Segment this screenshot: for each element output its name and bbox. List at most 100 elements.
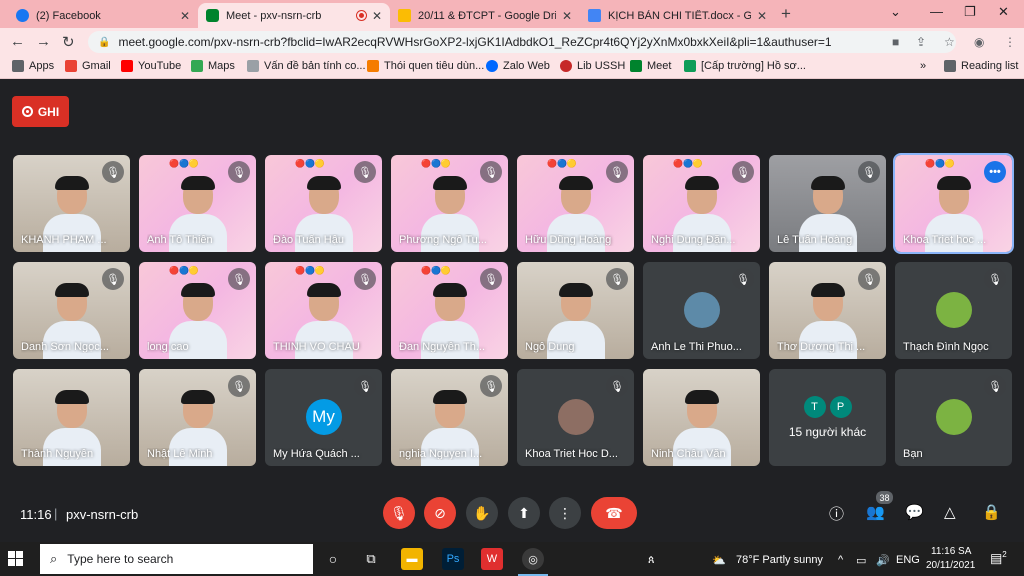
chat-icon[interactable]: 💬 [905, 503, 924, 521]
present-screen-button[interactable]: ⬆ [508, 497, 540, 529]
participant-tile[interactable]: T P 15 người khác [769, 369, 886, 466]
chrome-icon[interactable]: ◎ [522, 548, 544, 570]
close-icon[interactable]: ✕ [180, 9, 190, 23]
bookmark-cap-truong[interactable]: [Cấp trường] Hồ sơ... [684, 60, 806, 72]
participant-tile[interactable]: Thơ Dương Thị ... 🎙 [769, 262, 886, 359]
participant-tile[interactable]: 🔴🔵🟡 Hữu Dũng Hoàng 🎙 [517, 155, 634, 252]
participant-tile[interactable]: Ninh Châu Văn [643, 369, 760, 466]
bookmark-apps[interactable]: Apps [12, 60, 54, 72]
bookmark-meet[interactable]: Meet [630, 60, 671, 72]
participant-tile[interactable]: 🔴🔵🟡 Khoa Triet hoc ... ••• [893, 153, 1014, 254]
minimize-button[interactable]: — [930, 4, 943, 19]
notification-center-icon[interactable]: ▤2 [990, 550, 1007, 566]
participant-tile[interactable]: Lê Tuấn Hoàng 🎙 [769, 155, 886, 252]
background-logos-icon: 🔴🔵🟡 [421, 266, 451, 275]
cortana-icon[interactable]: ○ [322, 548, 344, 570]
recording-button[interactable]: GHI [12, 96, 69, 127]
weather-text[interactable]: 78°F Partly sunny [736, 554, 823, 566]
zalo-icon [486, 60, 498, 72]
people-icon[interactable]: 👥 [866, 503, 885, 521]
input-language[interactable]: ENG [896, 554, 920, 566]
participant-tile[interactable]: 🔴🔵🟡 long cao 🎙 [139, 262, 256, 359]
participant-tile[interactable]: Thạch Đình Ngọc 🎙 [895, 262, 1012, 359]
raise-hand-button[interactable]: ✋ [466, 497, 498, 529]
bookmark-youtube[interactable]: YouTube [121, 60, 181, 72]
close-icon[interactable]: ✕ [562, 9, 572, 23]
back-button[interactable]: ← [10, 33, 25, 50]
tab-docs[interactable]: KỊCH BẢN CHI TIẾT.docx - Googl ✕ [580, 3, 775, 28]
participant-tile[interactable]: 🔴🔵🟡 Đào Tuấn Hậu 🎙 [265, 155, 382, 252]
participant-tile[interactable]: Anh Le Thi Phuo... 🎙 [643, 262, 760, 359]
browser-tab-bar: (2) Facebook ✕ Meet - pxv-nsrn-crb ✕ 20/… [0, 0, 1024, 28]
bookmark-thoi-quen[interactable]: Thói quen tiêu dùn... [367, 60, 484, 72]
participant-tile[interactable]: My My Hứa Quách ... 🎙 [265, 369, 382, 466]
participant-tile[interactable]: Bạn 🎙 [895, 369, 1012, 466]
bookmark-zalo[interactable]: Zalo Web [486, 60, 550, 72]
participant-tile[interactable]: 🔴🔵🟡 THINH VO CHAU 🎙 [265, 262, 382, 359]
tab-google-drive[interactable]: 20/11 & ĐTCPT - Google Drive ✕ [390, 3, 580, 28]
address-bar[interactable]: 🔒 meet.google.com/pxv-nsrn-crb?fbclid=Iw… [88, 31, 956, 53]
meeting-details-icon[interactable]: ⓘ [829, 503, 844, 524]
file-explorer-icon[interactable]: ▬ [401, 548, 423, 570]
leave-call-button[interactable]: ☎ [591, 497, 637, 529]
host-controls-icon[interactable]: 🔒 [982, 503, 1001, 521]
profile-avatar[interactable]: ◉ [974, 35, 984, 49]
participant-tile[interactable]: 🔴🔵🟡 Phương Ngô Tu... 🎙 [391, 155, 508, 252]
lock-icon[interactable]: 🔒 [98, 37, 110, 48]
participant-tile[interactable]: Nhật Lê Minh 🎙 [139, 369, 256, 466]
clock-date[interactable]: 20/11/2021 [926, 560, 975, 571]
clock-time[interactable]: 11:16 SA [931, 546, 971, 557]
reload-button[interactable]: ↻ [62, 33, 75, 51]
tab-search-icon[interactable]: ⌄ [890, 4, 901, 20]
show-hidden-icons-icon[interactable]: ^ [838, 554, 843, 566]
participant-tile[interactable]: Danh Sơn Ngọc... 🎙 [13, 262, 130, 359]
bookmark-star-icon[interactable]: ☆ [944, 35, 955, 49]
camera-icon[interactable]: ■ [892, 35, 899, 49]
close-icon[interactable]: ✕ [757, 9, 767, 23]
bookmark-label: YouTube [138, 60, 182, 72]
more-options-button[interactable]: ⋮ [549, 497, 581, 529]
camera-toggle-button[interactable]: ⊘ [424, 497, 456, 529]
more-bookmarks-button[interactable]: » [920, 60, 926, 72]
tab-meet[interactable]: Meet - pxv-nsrn-crb ✕ [198, 3, 390, 28]
avatar: P [829, 396, 852, 418]
participant-tile[interactable]: 🔴🔵🟡 Đan Nguyễn Th... 🎙 [391, 262, 508, 359]
photoshop-icon[interactable]: Ps [442, 548, 464, 570]
microphone-toggle-button[interactable]: 🎙 [383, 497, 415, 529]
bookmark-maps[interactable]: Maps [191, 60, 235, 72]
menu-kebab-icon[interactable]: ⋮ [1004, 35, 1016, 49]
mic-off-icon: 🎙 [390, 504, 408, 521]
activities-icon[interactable]: △ [944, 503, 956, 521]
participant-name: Nhật Lê Minh [147, 448, 213, 460]
bookmark-gmail[interactable]: Gmail [65, 60, 111, 72]
new-tab-button[interactable]: + [781, 4, 791, 24]
wps-office-icon[interactable]: W [481, 548, 503, 570]
participant-tile[interactable]: Thành Nguyễn [13, 369, 130, 466]
bookmark-lib-ussh[interactable]: Lib USSH [560, 60, 625, 72]
bookmark-van-de[interactable]: Vấn đề bản tính co... [247, 60, 366, 72]
participant-tile[interactable]: 🔴🔵🟡 Anh Tô Thiên 🎙 [139, 155, 256, 252]
participant-tile[interactable]: 🔴🔵🟡 Nghi Dung Đặn... 🎙 [643, 155, 760, 252]
maximize-button[interactable]: ❐ [964, 4, 976, 20]
share-icon[interactable]: ⇪ [916, 35, 926, 49]
reading-list-button[interactable]: Reading list [944, 60, 1018, 72]
participant-name: Thành Nguyễn [21, 448, 94, 460]
participant-tile[interactable]: Ngô Dung 🎙 [517, 262, 634, 359]
forward-button[interactable]: → [36, 33, 51, 50]
volume-icon[interactable]: 🔊 [876, 554, 890, 567]
meeting-time: 11:16 [20, 507, 52, 522]
taskbar-search-box[interactable]: ⌕ Type here to search [40, 544, 313, 574]
background-logos-icon: 🔴🔵🟡 [421, 159, 451, 168]
weather-icon[interactable]: ⛅ [712, 554, 726, 567]
task-view-icon[interactable]: ⧉ [360, 548, 382, 570]
network-icon[interactable]: ▭ [856, 554, 866, 567]
tab-facebook[interactable]: (2) Facebook ✕ [8, 3, 198, 28]
windows-start-button[interactable] [8, 551, 24, 567]
participant-tile[interactable]: KHANH PHAM ... 🎙 [13, 155, 130, 252]
participant-tile[interactable]: Khoa Triet Hoc D... 🎙 [517, 369, 634, 466]
people-tray-icon[interactable]: ጰ [648, 554, 655, 567]
participant-tile[interactable]: nghia Nguyen I... 🎙 [391, 369, 508, 466]
more-options-icon[interactable]: ••• [984, 161, 1006, 183]
close-window-button[interactable]: ✕ [998, 4, 1009, 20]
close-icon[interactable]: ✕ [372, 9, 382, 23]
